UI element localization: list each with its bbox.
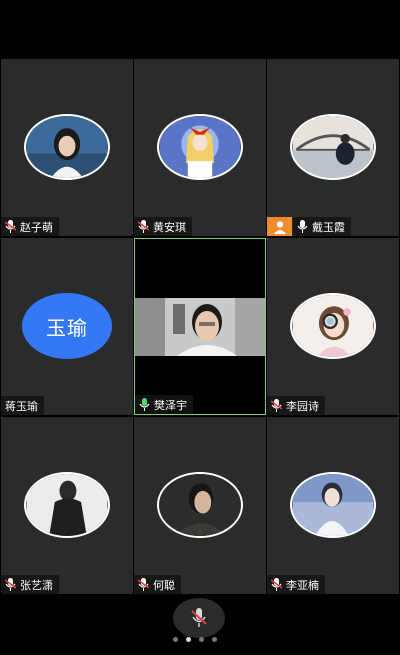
participant-name-tag: 李园诗 <box>267 396 325 415</box>
participant-tile[interactable]: 黄安琪 <box>134 59 266 236</box>
participant-name: 张艺潇 <box>20 578 53 592</box>
microphone-muted-icon <box>5 578 16 591</box>
microphone-icon <box>139 398 150 411</box>
microphone-muted-icon <box>138 220 149 233</box>
page-dot-current[interactable] <box>186 637 191 642</box>
page-indicator <box>173 637 229 643</box>
page-dot[interactable] <box>212 637 217 642</box>
microphone-muted-icon <box>271 578 282 591</box>
page-dot[interactable] <box>173 637 178 642</box>
participant-name: 樊泽宇 <box>154 398 187 412</box>
microphone-muted-icon <box>138 578 149 591</box>
participant-name: 蒋玉瑜 <box>5 399 38 413</box>
person-icon <box>273 220 286 234</box>
participant-avatar <box>290 293 376 359</box>
participant-name-tag: 何聪 <box>134 575 181 594</box>
microphone-muted-icon <box>271 399 282 412</box>
participant-grid: 赵子萌 黄安琪 戴玉霞 玉瑜 蒋玉瑜 樊泽宇 李园诗 张艺潇 何聪 李亚楠 <box>0 58 400 595</box>
participant-tile[interactable]: 赵子萌 <box>1 59 133 236</box>
bottom-controls <box>0 596 400 655</box>
participant-avatar <box>157 472 243 538</box>
participant-tile[interactable]: 玉瑜 蒋玉瑜 <box>1 238 133 415</box>
participant-video <box>135 298 265 356</box>
participant-name-tag: 赵子萌 <box>1 217 59 236</box>
participant-avatar <box>290 114 376 180</box>
page-dot[interactable] <box>199 637 204 642</box>
participant-tile[interactable]: 戴玉霞 <box>267 59 399 236</box>
participant-name-tag: 蒋玉瑜 <box>1 396 44 415</box>
participant-name: 黄安琪 <box>153 220 186 234</box>
host-badge <box>267 217 292 236</box>
text-avatar: 玉瑜 <box>22 293 112 359</box>
participant-name-tag: 戴玉霞 <box>293 217 351 236</box>
participant-name: 赵子萌 <box>20 220 53 234</box>
participant-name: 戴玉霞 <box>312 220 345 234</box>
microphone-muted-icon <box>297 220 308 233</box>
participant-avatar <box>24 114 110 180</box>
status-bar <box>0 0 400 58</box>
participant-tile[interactable]: 李亚楠 <box>267 417 399 594</box>
participant-name-tag: 黄安琪 <box>134 217 192 236</box>
participant-tile[interactable]: 何聪 <box>134 417 266 594</box>
participant-name-tag: 张艺潇 <box>1 575 59 594</box>
microphone-muted-icon <box>5 220 16 233</box>
participant-avatar <box>290 472 376 538</box>
participant-tile-speaking[interactable]: 樊泽宇 <box>134 238 266 415</box>
participant-tile[interactable]: 张艺潇 <box>1 417 133 594</box>
participant-tile[interactable]: 李园诗 <box>267 238 399 415</box>
participant-name: 李园诗 <box>286 399 319 413</box>
participant-avatar <box>24 472 110 538</box>
participant-name: 李亚楠 <box>286 578 319 592</box>
participant-name: 何聪 <box>153 578 175 592</box>
microphone-muted-icon <box>191 608 207 627</box>
participant-name-tag: 樊泽宇 <box>135 395 193 414</box>
mute-button[interactable] <box>173 598 225 638</box>
participant-name-tag: 李亚楠 <box>267 575 325 594</box>
participant-avatar <box>157 114 243 180</box>
